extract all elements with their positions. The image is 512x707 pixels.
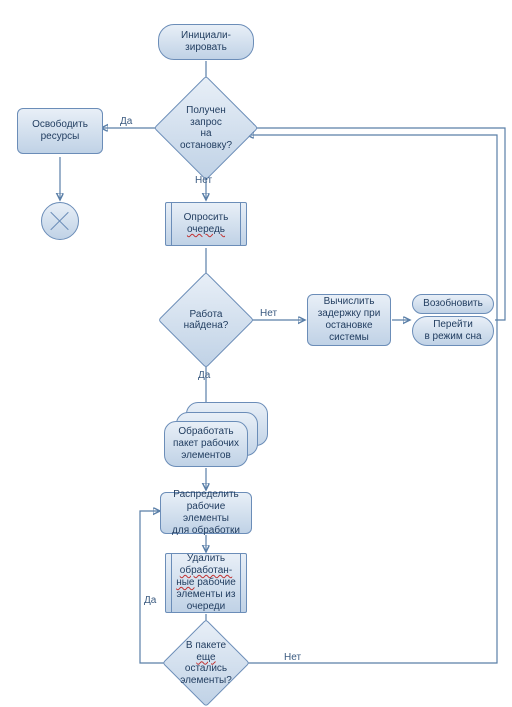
- node-remaining: В пакете еще остались элементы?: [175, 632, 237, 694]
- edge-stop-yes: Да: [120, 116, 132, 127]
- node-delete: Удалить обработан- ные рабочие элементы …: [165, 553, 247, 613]
- node-stop-request: Получензапроснаостановку?: [169, 91, 243, 165]
- node-release: Освободитьресурсы: [17, 108, 103, 154]
- node-stop-request-label: Получензапроснаостановку?: [180, 105, 232, 151]
- node-batch-label: Обработатьпакет рабочихэлементов: [173, 426, 239, 462]
- arrows-layer: [0, 0, 512, 693]
- node-resume: Возобновить: [412, 294, 494, 314]
- edge-work-no: Нет: [260, 308, 277, 319]
- node-init: Инициали-зировать: [158, 24, 254, 60]
- edge-stop-no: Нет: [195, 175, 212, 186]
- node-work-found-label: Работанайдена?: [184, 309, 229, 332]
- node-batch: Обработатьпакет рабочихэлементов: [164, 421, 248, 467]
- node-calc-delay-label: Вычислитьзадержку приостановкесистемы: [318, 296, 381, 344]
- edge-work-yes: Да: [198, 370, 210, 381]
- node-distribute: Распределитьрабочие элементыдля обработк…: [160, 492, 252, 534]
- node-poll-queue-label: Опросить очередь: [184, 212, 229, 236]
- node-resume-label: Возобновить: [423, 298, 483, 310]
- edge-remain-yes: Да: [144, 595, 156, 606]
- edge-remain-no: Нет: [284, 652, 301, 663]
- node-init-label: Инициали-зировать: [181, 30, 231, 54]
- flowchart-canvas: Инициали-зировать Получензапроснаостанов…: [0, 0, 512, 693]
- node-calc-delay: Вычислитьзадержку приостановкесистемы: [307, 294, 391, 346]
- node-poll-queue: Опросить очередь: [165, 202, 247, 246]
- node-sleep: Перейтив режим сна: [412, 316, 494, 346]
- node-remaining-label: В пакете еще остались элементы?: [180, 640, 232, 686]
- node-sleep-label: Перейтив режим сна: [424, 319, 481, 343]
- node-release-label: Освободитьресурсы: [32, 119, 88, 143]
- node-distribute-label: Распределитьрабочие элементыдля обработк…: [167, 489, 245, 537]
- node-end: [41, 202, 79, 240]
- node-delete-label: Удалить обработан- ные рабочие элементы …: [176, 553, 236, 613]
- node-work-found: Работанайдена?: [172, 286, 240, 354]
